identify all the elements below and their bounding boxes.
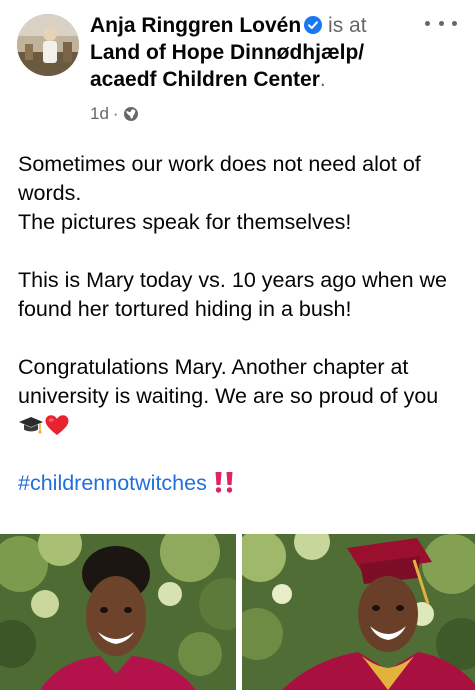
post-photos [0, 534, 475, 690]
author-name[interactable]: Anja Ringgren Lovén [90, 14, 301, 37]
more-horizontal-icon [425, 20, 430, 26]
author-avatar[interactable] [17, 14, 79, 76]
more-options-button[interactable] [425, 16, 457, 30]
post-photo-left[interactable] [0, 534, 236, 690]
more-horizontal-icon [438, 20, 444, 26]
red-heart-emoji [45, 415, 69, 435]
is-at-text: is at [328, 14, 367, 37]
globe-icon [123, 107, 138, 121]
double-exclamation-emoji [215, 472, 233, 493]
post-paragraph-4: Congratulations Mary. Another chapter at… [18, 355, 439, 408]
post-paragraph-1: Sometimes our work does not need alot of… [18, 152, 421, 205]
meta-separator: · [112, 104, 119, 123]
hashtag-link[interactable]: #childrennotwitches [18, 471, 207, 495]
post-paragraph-2: The pictures speak for themselves! [18, 210, 352, 234]
photo-graduate-cap-gown [242, 534, 475, 690]
post-header: Anja Ringgren Lovén is at Land of Hope D… [0, 0, 475, 140]
post-body: Sometimes our work does not need alot of… [18, 150, 463, 498]
post-paragraph-3: This is Mary today vs. 10 years ago when… [18, 268, 447, 321]
post-header-text: Anja Ringgren Lovén is at Land of Hope D… [90, 12, 410, 93]
graduation-cap-emoji [19, 417, 43, 434]
post-photo-right[interactable] [242, 534, 475, 690]
post-meta: 1d · [90, 104, 139, 124]
post-paragraph-4-wrap: Congratulations Mary. Another chapter at… [18, 353, 463, 440]
verified-badge-icon [304, 16, 323, 34]
hashtag-line: #childrennotwitches [18, 469, 463, 498]
post-timestamp[interactable]: 1d [90, 104, 109, 124]
location-period: . [319, 68, 326, 91]
photo-graduate-portrait [0, 534, 236, 690]
avatar-image [17, 14, 79, 76]
more-horizontal-icon [452, 20, 457, 26]
